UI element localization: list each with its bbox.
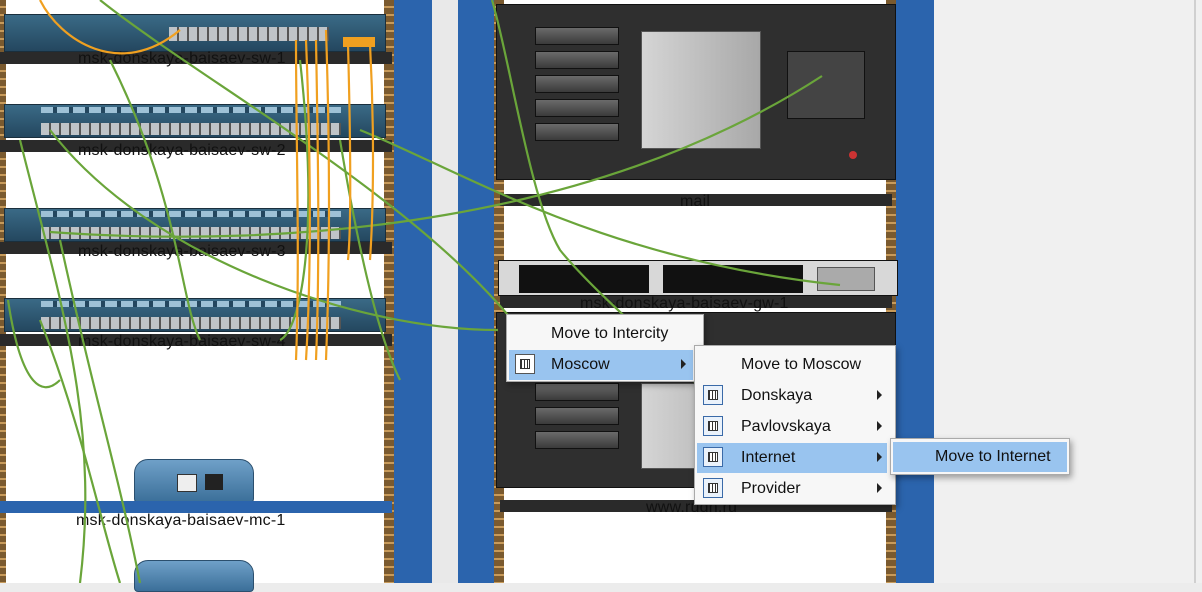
cable-green [49, 75, 823, 238]
cable-green [49, 129, 499, 332]
switch-icon [703, 385, 723, 405]
submenu-arrow-icon [877, 421, 882, 431]
menu-item-move-to-intercity[interactable]: Move to Intercity [509, 319, 703, 349]
cable-orange [368, 43, 375, 261]
context-menu-main: Move to Intercity Moscow [506, 314, 704, 382]
context-menu-internet: Move to Internet [890, 438, 1070, 475]
context-menu-moscow: Move to Moscow Donskaya Pavlovskaya Inte… [694, 345, 896, 505]
menu-item-move-to-internet[interactable]: Move to Internet [893, 442, 1067, 472]
menu-item-label: Move to Moscow [741, 356, 862, 373]
switch-icon [703, 447, 723, 467]
switch-icon [703, 416, 723, 436]
building-icon [515, 354, 535, 374]
menu-item-label: Internet [741, 449, 796, 466]
menu-item-label: Donskaya [741, 387, 813, 404]
cable-orange [324, 29, 331, 361]
menu-item-move-to-moscow[interactable]: Move to Moscow [697, 350, 895, 380]
menu-item-internet[interactable]: Internet [697, 443, 887, 473]
menu-item-label: Pavlovskaya [741, 418, 831, 435]
menu-item-label: Move to Intercity [551, 325, 669, 342]
cable-green [109, 59, 201, 341]
menu-item-label: Provider [741, 480, 801, 497]
submenu-arrow-icon [877, 483, 882, 493]
menu-item-label: Moscow [551, 356, 610, 373]
cable-green [18, 139, 87, 583]
cable-green [279, 59, 310, 341]
submenu-arrow-icon [877, 452, 882, 462]
submenu-arrow-icon [877, 390, 882, 400]
menu-item-label: Move to Internet [935, 448, 1051, 465]
cable-green [38, 319, 122, 583]
cable-green [359, 128, 841, 287]
cable-green [6, 299, 61, 389]
submenu-arrow-icon [681, 359, 686, 369]
switch-icon [703, 478, 723, 498]
cable-orange [314, 39, 320, 361]
menu-item-provider[interactable]: Provider [697, 474, 887, 504]
menu-item-pavlovskaya[interactable]: Pavlovskaya [697, 412, 887, 442]
cable-layer [6, 0, 841, 583]
cable-orange [294, 39, 299, 361]
menu-item-moscow[interactable]: Moscow [509, 350, 693, 380]
menu-item-donskaya[interactable]: Donskaya [697, 381, 887, 411]
